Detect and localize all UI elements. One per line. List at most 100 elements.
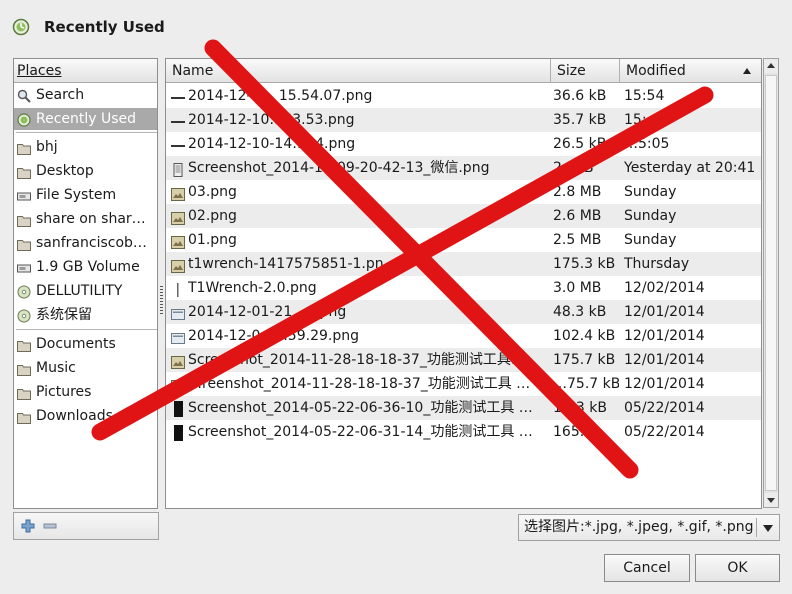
file-row[interactable]: Screenshot_2014-1…09-20-42-13_微信.png 2…kB… bbox=[166, 156, 761, 180]
file-name: Screenshot_2014-05-22-06-36-10_功能测试工具 … bbox=[188, 400, 533, 416]
place-label: Documents bbox=[36, 336, 116, 352]
phone-image-icon bbox=[171, 161, 185, 177]
remove-bookmark-icon[interactable] bbox=[42, 518, 58, 534]
file-name: Scre…shot_2014-11-28-18-18-37_功能测试工具… bbox=[188, 352, 525, 368]
file-modified: Sunday bbox=[624, 232, 677, 248]
file-row[interactable]: 02.png 2.6 MB Sunday bbox=[166, 204, 761, 228]
place-item[interactable]: 系统保留 bbox=[14, 304, 157, 326]
ok-button[interactable]: OK bbox=[695, 554, 780, 582]
file-row[interactable]: 01.png 2.5 MB Sunday bbox=[166, 228, 761, 252]
photo-icon bbox=[171, 353, 185, 369]
file-row[interactable]: Scre…shot_2014-11-28-18-18-37_功能测试工具… 175… bbox=[166, 348, 761, 372]
file-modified: Sunday bbox=[624, 208, 677, 224]
file-name: 01.png bbox=[188, 232, 237, 248]
file-modified: 12/01/2014 bbox=[624, 328, 705, 344]
file-name: 2014-12-10-14…34.png bbox=[188, 136, 356, 152]
photo-icon bbox=[171, 257, 185, 273]
search-icon bbox=[17, 88, 31, 103]
places-separator bbox=[16, 132, 157, 133]
photo-icon bbox=[171, 209, 185, 225]
file-modified: 12/01/2014 bbox=[624, 352, 705, 368]
file-name: 02.png bbox=[188, 208, 237, 224]
file-name: 2014-12-0…1.59.29.png bbox=[188, 328, 359, 344]
dark-phone-icon bbox=[171, 401, 185, 417]
place-item[interactable]: 1.9 GB Volume bbox=[14, 256, 157, 278]
recently-used-title-icon bbox=[12, 18, 30, 36]
scroll-down-arrow-icon[interactable] bbox=[764, 493, 778, 507]
file-modified: Sunday bbox=[624, 184, 677, 200]
file-row[interactable]: 2014-12-10-14…34.png 26.5 kB …5:05 bbox=[166, 132, 761, 156]
doc-image-icon bbox=[171, 305, 185, 320]
file-size: 26.5 kB bbox=[553, 136, 607, 152]
folder-icon bbox=[17, 236, 31, 251]
file-row[interactable]: 2014-12-01-21…0.png 48.3 kB 12/01/2014 bbox=[166, 300, 761, 324]
vertical-scrollbar[interactable] bbox=[763, 58, 779, 508]
file-modified: …5:05 bbox=[624, 136, 670, 152]
file-modified: 05/22/2014 bbox=[624, 424, 705, 440]
file-row[interactable]: Screenshot_2014-05-22-06-31-14_功能测试工具 … 1… bbox=[166, 420, 761, 444]
disc-icon bbox=[17, 308, 31, 323]
file-type-filter-value: 选择图片:*.jpg, *.jpeg, *.gif, *.png bbox=[524, 519, 754, 535]
file-modified: Yesterday at 20:41 bbox=[624, 160, 756, 176]
column-header-name[interactable]: Name bbox=[166, 59, 550, 83]
file-row[interactable]: 2014-12-10…53.53.png 35.7 kB 15:… bbox=[166, 108, 761, 132]
file-size: 2.6 MB bbox=[553, 208, 602, 224]
photo-icon bbox=[171, 185, 185, 201]
place-item[interactable]: bhj bbox=[14, 136, 157, 158]
place-item[interactable]: Pictures bbox=[14, 381, 157, 403]
file-size: 48.3 kB bbox=[553, 304, 607, 320]
line-image-icon bbox=[171, 137, 185, 150]
cancel-button[interactable]: Cancel bbox=[604, 554, 690, 582]
doc-image-icon bbox=[171, 329, 185, 344]
folder-icon bbox=[17, 385, 31, 400]
file-type-filter[interactable]: 选择图片:*.jpg, *.jpeg, *.gif, *.png bbox=[518, 514, 780, 541]
place-item[interactable]: Downloads bbox=[14, 405, 157, 427]
place-item[interactable]: Search bbox=[14, 84, 157, 106]
photo-icon bbox=[171, 233, 185, 249]
scroll-thumb[interactable] bbox=[765, 75, 777, 491]
drive-icon bbox=[17, 260, 31, 273]
file-name: 2014-12-1… 15.54.07.png bbox=[188, 88, 373, 104]
place-item[interactable]: Desktop bbox=[14, 160, 157, 182]
line-image-icon bbox=[171, 113, 185, 126]
place-label: 系统保留 bbox=[36, 307, 92, 323]
place-label: Music bbox=[36, 360, 76, 376]
file-row[interactable]: …reenshot_2014-11-28-18-18-37_功能测试工具 … …7… bbox=[166, 372, 761, 396]
file-name: 2014-12-01-21…0.png bbox=[188, 304, 347, 320]
places-sidebar: Places Search Recently Used bhj Desktop File… bbox=[13, 58, 158, 509]
place-item[interactable]: Documents bbox=[14, 333, 157, 355]
file-row[interactable]: T1Wrench-2.0.png 3.0 MB 12/02/2014 bbox=[166, 276, 761, 300]
add-bookmark-icon[interactable] bbox=[20, 518, 36, 534]
file-row[interactable]: 03.png 2.8 MB Sunday bbox=[166, 180, 761, 204]
dropdown-arrow-icon[interactable] bbox=[763, 525, 773, 532]
file-size: 102.4 kB bbox=[553, 328, 616, 344]
file-row[interactable]: 2014-12-1… 15.54.07.png 36.6 kB 15:54 bbox=[166, 84, 761, 108]
thin-image-icon bbox=[171, 281, 185, 297]
file-row[interactable]: 2014-12-0…1.59.29.png 102.4 kB 12/01/2014 bbox=[166, 324, 761, 348]
file-row[interactable]: t1wrench-1417575851-1.pn… 175.3 kB Thursda… bbox=[166, 252, 761, 276]
place-label: Search bbox=[36, 87, 85, 103]
file-size: 175.7 kB bbox=[553, 352, 616, 368]
scroll-up-arrow-icon[interactable] bbox=[764, 59, 778, 73]
places-header[interactable]: Places bbox=[14, 59, 157, 83]
pane-resize-handle[interactable] bbox=[160, 286, 163, 316]
column-header-size[interactable]: Size bbox=[551, 59, 619, 83]
place-label: bhj bbox=[36, 139, 58, 155]
place-item[interactable]: sanfranciscob… bbox=[14, 232, 157, 254]
place-label: File System bbox=[36, 187, 117, 203]
file-size: 36.6 kB bbox=[553, 88, 607, 104]
file-size: …75.7 kB bbox=[553, 376, 619, 392]
file-modified: Thursday bbox=[624, 256, 690, 272]
file-size: 175.3 kB bbox=[553, 256, 616, 272]
file-size: 2…kB bbox=[553, 160, 594, 176]
place-item[interactable]: DELLUTILITY bbox=[14, 280, 157, 302]
place-item[interactable]: share on shar… bbox=[14, 208, 157, 230]
column-header-modified[interactable]: Modified bbox=[620, 59, 761, 83]
place-item[interactable]: File System bbox=[14, 184, 157, 206]
file-name: …reenshot_2014-11-28-18-18-37_功能测试工具 … bbox=[188, 376, 531, 392]
dark-phone-icon bbox=[171, 425, 185, 441]
place-item[interactable]: Music bbox=[14, 357, 157, 379]
file-row[interactable]: Screenshot_2014-05-22-06-36-10_功能测试工具 … 1… bbox=[166, 396, 761, 420]
places-button-bar bbox=[13, 512, 159, 540]
place-item[interactable]: Recently Used bbox=[14, 108, 157, 130]
